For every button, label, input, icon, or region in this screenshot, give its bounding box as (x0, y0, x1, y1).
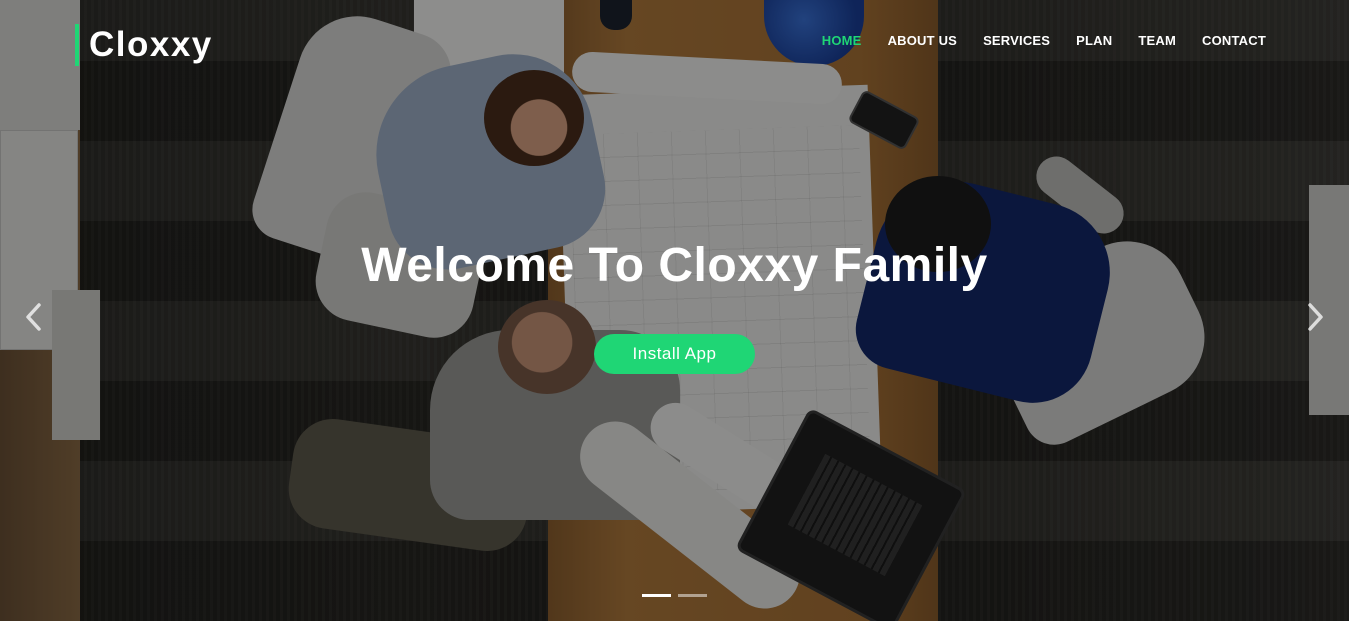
hero-carousel: Cloxxy HOME ABOUT US SERVICES PLAN TEAM … (0, 0, 1349, 621)
nav-home[interactable]: HOME (822, 33, 862, 49)
brand-logo[interactable]: Cloxxy (75, 24, 213, 66)
main-nav: HOME ABOUT US SERVICES PLAN TEAM CONTACT (822, 33, 1266, 49)
install-app-button[interactable]: Install App (594, 334, 755, 374)
hero-dark-overlay (0, 0, 1349, 621)
carousel-indicators (642, 594, 707, 597)
nav-team[interactable]: TEAM (1138, 33, 1176, 49)
nav-services[interactable]: SERVICES (983, 33, 1050, 49)
carousel-prev-button[interactable] (22, 300, 44, 334)
chevron-right-icon (1308, 303, 1323, 331)
nav-about-us[interactable]: ABOUT US (888, 33, 958, 49)
carousel-indicator-2[interactable] (678, 594, 707, 597)
nav-plan[interactable]: PLAN (1076, 33, 1112, 49)
hero-title: Welcome To Cloxxy Family (361, 239, 988, 292)
nav-contact[interactable]: CONTACT (1202, 33, 1266, 49)
carousel-indicator-1[interactable] (642, 594, 671, 597)
carousel-next-button[interactable] (1305, 300, 1327, 334)
chevron-left-icon (26, 303, 41, 331)
